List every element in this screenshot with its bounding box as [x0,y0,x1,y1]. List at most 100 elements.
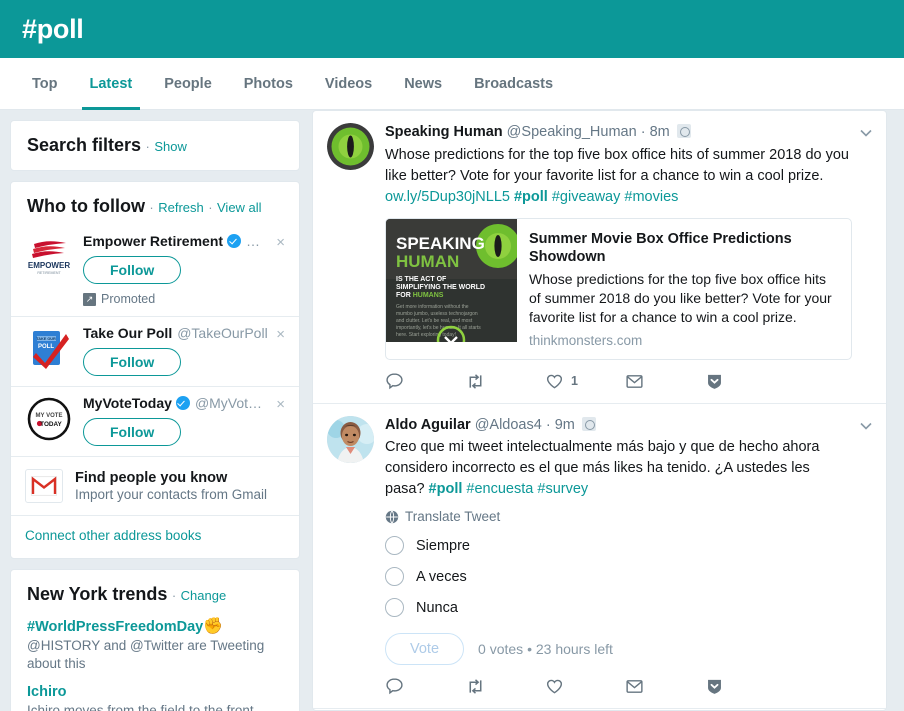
suggested-user-row[interactable]: EMPOWER RETIREMENT Empower Retirement … … [11,225,299,316]
tab-people[interactable]: People [148,58,228,109]
poll-option[interactable]: Siempre [385,536,852,555]
tweet-actions: 1 [385,372,852,395]
connect-address-books-row: Connect other address books [11,515,299,558]
trend-item[interactable]: #WorldPressFreedomDay✊ @HISTORY and @Twi… [27,616,283,672]
suggested-user-row[interactable]: MY VOTE TODAY MyVoteToday @MyVot… Follow… [11,386,299,456]
retweet-button[interactable] [465,372,545,391]
tweet-options-caret-icon[interactable] [858,418,874,434]
svg-text:POLL: POLL [38,344,54,350]
radio-icon[interactable] [385,598,404,617]
link-preview-domain: thinkmonsters.com [529,333,839,348]
dismiss-suggestion-button[interactable]: × [276,327,285,342]
empower-retirement-logo-icon: EMPOWER RETIREMENT [25,233,73,281]
bookmark-chevron-icon [705,677,724,696]
radio-icon[interactable] [385,536,404,555]
tab-broadcasts[interactable]: Broadcasts [458,58,569,109]
radio-icon[interactable] [385,567,404,586]
svg-text:here. Start exploring today!: here. Start exploring today! [396,332,456,338]
poll-footer: Vote 0 votes • 23 hours left [385,633,852,665]
like-button[interactable] [545,677,625,696]
timeline: Speaking Human @Speaking_Human · 8m Whos… [312,110,887,711]
tab-latest[interactable]: Latest [74,58,149,109]
tweet-author-name[interactable]: Speaking Human [385,124,503,140]
find-people-row[interactable]: Find people you know Import your contact… [11,456,299,515]
tweet-text: Creo que mi tweet intelectualmente más b… [385,437,852,500]
tweet-options-caret-icon[interactable] [858,125,874,141]
tab-videos[interactable]: Videos [309,58,388,109]
user-display-name: Empower Retirement [83,233,223,249]
follow-button[interactable]: Follow [83,418,181,446]
trends-change-link[interactable]: Change [181,588,227,603]
separator: · [149,200,153,215]
reply-button[interactable] [385,372,465,391]
avatar[interactable] [327,123,374,170]
tab-photos[interactable]: Photos [228,58,309,109]
tweet-author-handle[interactable]: @Speaking_Human [507,124,637,140]
hashtag-poll[interactable]: #poll [429,481,463,497]
trend-item[interactable]: Ichiro Ichiro moves from the field to th… [27,683,283,711]
follow-button[interactable]: Follow [83,348,181,376]
svg-text:importantly, let's be human. I: importantly, let's be human. It all star… [396,325,481,331]
promoted-label: Promoted [101,292,155,306]
tab-top[interactable]: Top [16,58,74,109]
bookmark-chevron-icon [705,372,724,391]
follow-button[interactable]: Follow [83,256,181,284]
myvotetoday-logo-icon: MY VOTE TODAY [25,395,73,443]
svg-text:SPEAKING: SPEAKING [396,234,485,253]
poll-option[interactable]: Nunca [385,598,852,617]
separator: · [172,588,176,603]
verified-badge-icon [176,396,190,410]
link-preview-card[interactable]: SPEAKING HUMAN IS THE ACT OF SIMPLIFYING… [385,218,852,360]
like-button[interactable]: 1 [545,372,625,391]
svg-text:TAKE OUR: TAKE OUR [36,337,56,341]
dismiss-suggestion-button[interactable]: × [276,235,285,250]
search-tabs: Top Latest People Photos Videos News Bro… [0,58,904,110]
connect-address-books-link[interactable]: Connect other address books [25,528,201,543]
trend-name[interactable]: #WorldPressFreedomDay [27,619,203,635]
translate-tweet-button[interactable]: Translate Tweet [385,509,852,524]
tweet-text: Whose predictions for the top five box o… [385,145,852,208]
reply-button[interactable] [385,677,465,696]
tweet-header: Speaking Human @Speaking_Human · 8m [385,123,852,143]
tweet-link[interactable]: ow.ly/5Dup30jNLL5 [385,189,510,205]
user-display-name: Take Our Poll [83,325,172,341]
poll-time-left: 23 hours left [536,641,613,657]
separator: · [546,417,551,433]
trend-name[interactable]: Ichiro [27,684,66,700]
more-actions-button[interactable] [705,372,785,391]
retweet-icon [465,372,486,391]
hashtag-giveaway[interactable]: #giveaway [552,189,621,205]
search-filters-show-link[interactable]: Show [154,139,187,154]
refresh-link[interactable]: Refresh [158,200,204,215]
promoted-arrow-icon: ↗ [83,293,96,306]
hashtag-encuesta[interactable]: #encuesta [466,481,533,497]
dismiss-suggestion-button[interactable]: × [276,397,285,412]
hashtag-survey[interactable]: #survey [537,481,588,497]
tweet-header: Aldo Aguilar @Aldoas4 · 9m [385,416,852,436]
tweet-author-handle[interactable]: @Aldoas4 [475,417,542,433]
direct-message-button[interactable] [625,373,705,390]
svg-text:Get more information without t: Get more information without the [396,304,469,310]
more-actions-button[interactable] [705,677,785,696]
tab-news[interactable]: News [388,58,458,109]
poll-status: 0 votes • 23 hours left [478,641,613,657]
poll-option-label: Nunca [416,600,458,616]
hashtag-movies[interactable]: #movies [624,189,678,205]
suggested-user-row[interactable]: TAKE OUR POLL Take Our Poll @TakeOurPoll… [11,316,299,386]
tweet-author-name[interactable]: Aldo Aguilar [385,417,471,433]
tweet-timestamp[interactable]: 8m [650,124,670,140]
avatar[interactable] [327,416,374,463]
svg-text:and clutter. Let's be real, an: and clutter. Let's be real, and most [396,318,473,324]
link-preview-description: Whose predictions for the top five box o… [529,270,839,327]
reply-icon [385,372,404,391]
direct-message-button[interactable] [625,678,705,695]
tweet-timestamp[interactable]: 9m [555,417,575,433]
retweet-button[interactable] [465,677,545,696]
trend-description: Ichiro moves from the field to the front… [27,702,283,711]
vote-button[interactable]: Vote [385,633,464,665]
view-all-link[interactable]: View all [217,200,262,215]
hashtag-poll[interactable]: #poll [514,189,548,205]
poll-option[interactable]: A veces [385,567,852,586]
poll-vote-count: 0 votes [478,641,523,657]
svg-text:TODAY: TODAY [40,421,62,428]
